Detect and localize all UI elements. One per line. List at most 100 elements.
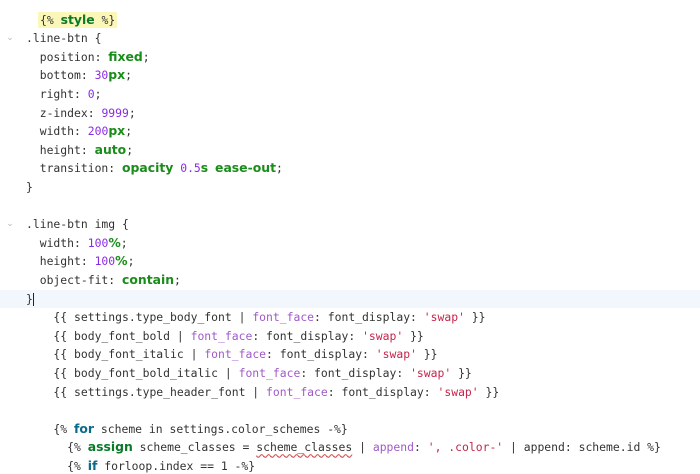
code-token: forloop.index == 1 -%} bbox=[97, 458, 256, 473]
style-tag-highlight: {% style %} bbox=[38, 11, 118, 28]
code-token: : font_display: bbox=[252, 328, 363, 343]
code-token: {{ settings.type_body_font | bbox=[26, 310, 253, 325]
code-token: scheme_classes = bbox=[132, 440, 257, 455]
gutter-cell bbox=[0, 364, 20, 383]
text-cursor bbox=[32, 292, 34, 306]
gutter-cell bbox=[0, 197, 20, 216]
code-line[interactable]: {{ settings.type_header_font | font_face… bbox=[0, 383, 700, 402]
code-line[interactable]: {{ body_font_italic | font_face: font_di… bbox=[0, 345, 700, 364]
code-line[interactable]: } bbox=[0, 178, 700, 197]
code-text: width: 100%; bbox=[26, 234, 128, 253]
code-token: 'swap' bbox=[423, 310, 465, 325]
code-line[interactable]: {{ body_font_bold | font_face: font_disp… bbox=[0, 327, 700, 346]
code-text: {{ body_font_bold_italic | font_face: fo… bbox=[26, 364, 471, 383]
code-token: }} bbox=[416, 347, 438, 362]
code-text: width: 200px; bbox=[26, 122, 132, 141]
code-text: object-fit: contain; bbox=[26, 271, 181, 290]
code-text: {{ settings.type_body_font | font_face: … bbox=[26, 308, 486, 327]
code-token: font_face bbox=[204, 347, 267, 362]
code-token: auto bbox=[94, 141, 127, 157]
gutter-cell bbox=[0, 290, 20, 309]
code-token: %} bbox=[94, 12, 116, 27]
code-token: }} bbox=[464, 310, 486, 325]
code-line[interactable]: bottom: 30px; bbox=[0, 66, 700, 85]
code-line[interactable]: {{ body_font_bold_italic | font_face: fo… bbox=[0, 364, 700, 383]
code-line[interactable]: height: 100%; bbox=[0, 252, 700, 271]
code-token: 100 bbox=[94, 254, 116, 269]
code-token: object-fit: bbox=[26, 272, 123, 287]
code-text: .line-btn { bbox=[26, 29, 101, 48]
gutter-cell bbox=[0, 159, 20, 178]
code-text: } bbox=[26, 178, 33, 197]
code-text: {{ settings.type_header_font | font_face… bbox=[26, 383, 499, 402]
code-line[interactable]: {% assign scheme_classes = scheme_classe… bbox=[0, 438, 700, 457]
code-line[interactable]: ⌄ .line-btn { bbox=[0, 29, 700, 48]
code-token: z-index: bbox=[26, 105, 102, 120]
code-line[interactable] bbox=[0, 401, 700, 420]
code-token: : font_display: bbox=[300, 365, 411, 380]
gutter-cell bbox=[0, 66, 20, 85]
code-token: 'swap' bbox=[362, 328, 404, 343]
code-token: ; bbox=[94, 86, 102, 101]
code-token: ; bbox=[126, 142, 134, 157]
code-line[interactable]: right: 0; bbox=[0, 85, 700, 104]
code-line[interactable] bbox=[0, 197, 700, 216]
code-token: }} bbox=[403, 328, 424, 343]
code-token: | append: scheme.id %} bbox=[503, 440, 661, 455]
code-token: ; bbox=[125, 124, 133, 139]
code-token: 0.5 bbox=[180, 161, 201, 176]
gutter-cell bbox=[0, 141, 20, 160]
code-token: {% bbox=[26, 440, 88, 455]
code-token: .line-btn { bbox=[26, 31, 102, 46]
code-line[interactable]: {{ settings.type_body_font | font_face: … bbox=[0, 308, 700, 327]
code-token: ', .color-' bbox=[427, 440, 504, 455]
code-token: 'swap' bbox=[437, 384, 479, 399]
gutter-cell bbox=[0, 11, 20, 30]
code-token: | bbox=[352, 440, 373, 455]
code-token: right: bbox=[26, 86, 88, 101]
gutter-cell bbox=[0, 178, 20, 197]
fold-chevron-icon[interactable]: ⌄ bbox=[0, 29, 20, 48]
code-token: position: bbox=[26, 49, 109, 64]
code-token: 0 bbox=[87, 86, 95, 101]
code-line[interactable]: z-index: 9999; bbox=[0, 104, 700, 123]
code-token: append bbox=[372, 440, 414, 455]
gutter-cell bbox=[0, 438, 20, 457]
code-token: 'swap' bbox=[375, 347, 417, 362]
code-token: {{ body_font_italic | bbox=[26, 347, 205, 362]
fold-chevron-icon[interactable]: ⌄ bbox=[0, 215, 20, 234]
code-token: ; bbox=[174, 272, 181, 287]
code-line[interactable]: ⌄ .line-btn img { bbox=[0, 215, 700, 234]
code-line[interactable]: position: fixed; bbox=[0, 48, 700, 67]
code-line[interactable]: } bbox=[0, 289, 700, 309]
code-token: ; bbox=[127, 254, 135, 269]
code-token: 30 bbox=[94, 68, 109, 83]
code-text: {% for scheme in settings.color_schemes … bbox=[26, 420, 347, 439]
gutter-cell bbox=[0, 383, 20, 402]
code-line[interactable]: width: 100%; bbox=[0, 234, 700, 253]
code-token: assign bbox=[87, 439, 133, 455]
code-token: 200 bbox=[87, 124, 109, 139]
gutter-cell bbox=[0, 271, 20, 290]
gutter-cell bbox=[0, 327, 20, 346]
code-editor[interactable]: {% style %} ⌄ .line-btn { position: fixed;… bbox=[0, 0, 700, 474]
code-token: } bbox=[26, 291, 33, 306]
code-line[interactable]: {% if forloop.index == 1 -%} bbox=[0, 457, 700, 474]
code-text: transition: opacity 0.5s ease-out; bbox=[26, 159, 283, 178]
gutter-cell bbox=[0, 345, 20, 364]
code-token: ; bbox=[125, 68, 133, 83]
code-token: {% bbox=[26, 458, 88, 473]
code-line[interactable]: object-fit: contain; bbox=[0, 271, 700, 290]
code-token: ; bbox=[128, 105, 136, 120]
code-token: : font_display: bbox=[314, 310, 424, 325]
gutter-cell bbox=[0, 252, 20, 271]
code-line[interactable]: width: 200px; bbox=[0, 122, 700, 141]
gutter-cell bbox=[0, 85, 20, 104]
gutter-cell bbox=[0, 420, 20, 439]
code-line[interactable]: {% for scheme in settings.color_schemes … bbox=[0, 420, 700, 439]
code-line[interactable]: transition: opacity 0.5s ease-out; bbox=[0, 159, 700, 178]
code-line[interactable]: {% style %} bbox=[0, 11, 700, 30]
code-token: {% bbox=[40, 12, 61, 27]
code-token: px bbox=[108, 123, 126, 139]
code-line[interactable]: height: auto; bbox=[0, 141, 700, 160]
